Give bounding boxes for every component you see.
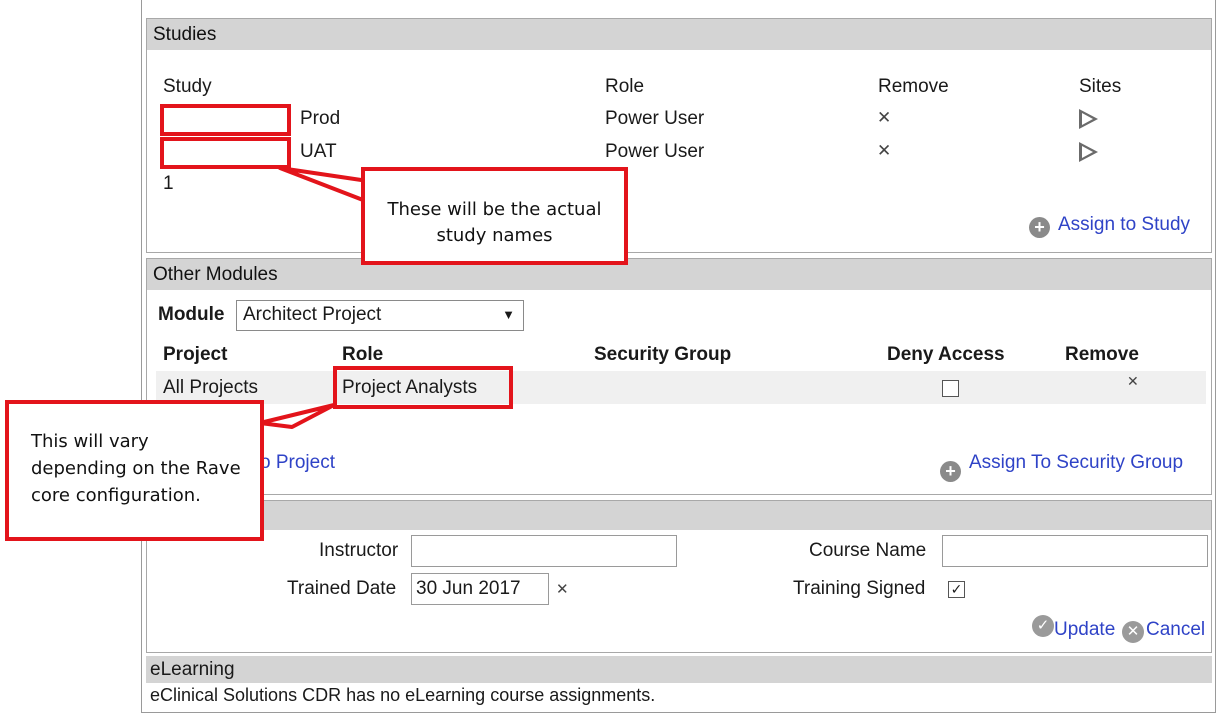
callout-text: This will vary: [31, 431, 149, 452]
assign-to-project-link[interactable]: o Project: [260, 452, 335, 474]
study-name-highlight: [160, 137, 291, 169]
study-names-callout: These will be the actual study names: [361, 167, 628, 265]
chevron-down-icon: ▼: [502, 307, 515, 322]
rave-config-callout: This will vary depending on the Rave cor…: [5, 400, 264, 541]
remove-study-icon[interactable]: ✕: [877, 141, 891, 161]
study-row-env: UAT: [300, 141, 337, 162]
course-name-label: Course Name: [809, 540, 927, 561]
course-name-input[interactable]: [942, 535, 1208, 567]
studies-header: Studies: [147, 19, 1211, 50]
remove-module-icon[interactable]: ✕: [1127, 373, 1139, 390]
cancel-icon[interactable]: ✕: [1122, 621, 1144, 643]
clear-date-icon[interactable]: ✕: [556, 580, 569, 598]
role-highlight: [333, 366, 513, 409]
callout-text: These will be the actual: [387, 199, 602, 220]
study-row-env: Prod: [300, 108, 341, 129]
module-role-column-header: Role: [342, 344, 384, 365]
module-select[interactable]: Architect Project ▼: [236, 300, 524, 331]
studies-panel: Studies: [146, 18, 1212, 253]
sites-expand-icon[interactable]: [1079, 142, 1098, 162]
trained-date-label: Trained Date: [287, 578, 397, 599]
instructor-input[interactable]: [411, 535, 677, 567]
other-modules-header: Other Modules: [147, 259, 1211, 290]
add-icon[interactable]: +: [940, 461, 961, 482]
checkmark-icon[interactable]: ✓: [1032, 615, 1054, 637]
pager-page-1[interactable]: 1: [163, 173, 174, 195]
project-cell: All Projects: [163, 377, 259, 398]
table-row: [156, 371, 1206, 404]
callout-text: study names: [436, 225, 553, 246]
callout-text: depending on the Rave: [31, 458, 241, 479]
security-group-column-header: Security Group: [594, 344, 732, 365]
elearning-message: eClinical Solutions CDR has no eLearning…: [150, 685, 656, 705]
training-signed-label: Training Signed: [793, 578, 926, 599]
instructor-label: Instructor: [319, 540, 399, 561]
remove-study-icon[interactable]: ✕: [877, 108, 891, 128]
callout-text: core configuration.: [31, 485, 201, 506]
sites-expand-icon[interactable]: [1079, 109, 1098, 129]
project-column-header: Project: [163, 344, 228, 365]
module-remove-column-header: Remove: [1065, 344, 1139, 365]
study-column-header: Study: [163, 76, 212, 97]
update-button[interactable]: Update: [1054, 619, 1115, 641]
training-signed-checkbox[interactable]: ✓: [948, 581, 965, 598]
add-icon[interactable]: +: [1029, 217, 1050, 238]
study-name-highlight: [160, 104, 291, 136]
assign-security-group-link[interactable]: Assign To Security Group: [969, 452, 1183, 474]
module-select-value: Architect Project: [243, 304, 382, 325]
assign-to-study-link[interactable]: Assign to Study: [1058, 214, 1190, 236]
cancel-button[interactable]: Cancel: [1146, 619, 1205, 641]
elearning-title: eLearning: [150, 659, 235, 680]
elearning-header: eLearning: [146, 656, 1212, 683]
module-label: Module: [158, 304, 225, 325]
study-row-role: Power User: [605, 108, 705, 129]
trained-date-input[interactable]: [411, 573, 549, 605]
remove-column-header: Remove: [878, 76, 949, 97]
deny-access-column-header: Deny Access: [887, 344, 1005, 365]
role-column-header: Role: [605, 76, 645, 97]
study-row-role: Power User: [605, 141, 705, 162]
sites-column-header: Sites: [1079, 76, 1122, 97]
deny-access-checkbox[interactable]: [942, 380, 959, 397]
training-header: [147, 501, 1211, 530]
